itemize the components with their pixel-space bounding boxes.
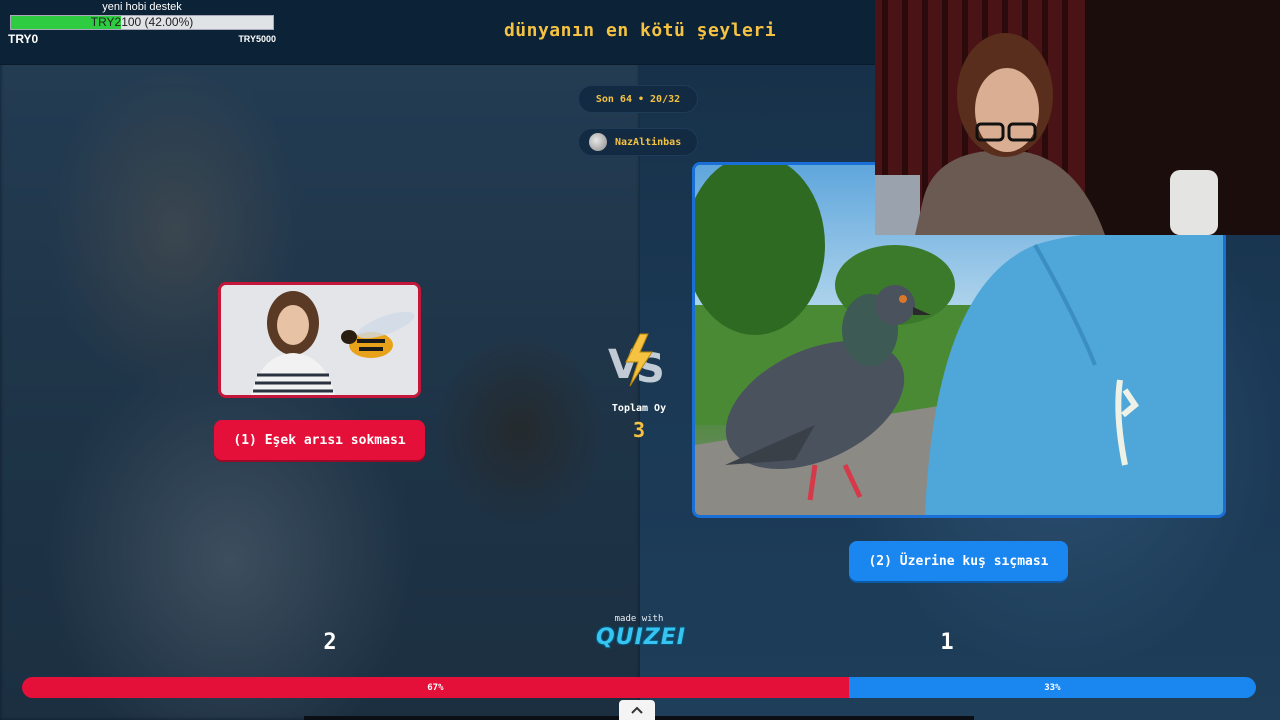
option-2-button[interactable]: (2) Üzerine kuş sıçması bbox=[849, 541, 1068, 581]
donation-max: TRY5000 bbox=[238, 34, 276, 44]
option-1-button[interactable]: (1) Eşek arısı sokması bbox=[214, 420, 425, 460]
option-1-label: (1) Eşek arısı sokması bbox=[233, 432, 406, 448]
option-2-percent: 33% bbox=[1044, 682, 1061, 693]
option-2-vote-count: 1 bbox=[940, 630, 954, 655]
donation-progress-text: TRY2100 (42.00%) bbox=[90, 15, 194, 29]
option-1-image[interactable] bbox=[218, 282, 421, 398]
donation-title: yeni hobi destek bbox=[102, 1, 182, 13]
woman-wasp-picture bbox=[221, 285, 418, 395]
option-1-percent: 67% bbox=[427, 682, 444, 693]
webcam-overlay bbox=[875, 0, 1280, 235]
option-1-vote-count: 2 bbox=[323, 630, 337, 655]
donation-progress-bar: TRY2100 (42.00%) bbox=[10, 15, 274, 30]
user-name: NazAltinbas bbox=[615, 136, 682, 148]
user-badge[interactable]: NazAltinbas bbox=[578, 128, 698, 156]
total-votes-value: 3 bbox=[632, 418, 646, 442]
scroll-up-button[interactable] bbox=[619, 700, 655, 720]
user-avatar-icon bbox=[589, 133, 607, 151]
round-label: Son 64 • 20/32 bbox=[595, 93, 681, 105]
result-bar-option-1: 67% bbox=[22, 677, 849, 698]
result-bar-option-2: 33% bbox=[848, 677, 1256, 698]
total-votes-label: Toplam Oy bbox=[611, 403, 667, 414]
streamer-webcam-picture bbox=[875, 0, 1280, 235]
chevron-up-icon bbox=[631, 706, 643, 714]
made-with-label: made with bbox=[614, 614, 664, 624]
donation-min: TRY0 bbox=[8, 32, 39, 46]
option-2-label: (2) Üzerine kuş sıçması bbox=[868, 553, 1049, 569]
quizei-logo: QUIZEI bbox=[596, 625, 686, 650]
made-with-branding[interactable]: made with QUIZEI bbox=[596, 614, 686, 650]
vs-lightning-icon: V S bbox=[608, 333, 665, 390]
donation-widget: yeni hobi destek TRY2100 (42.00%) TRY0 T… bbox=[8, 0, 276, 46]
round-indicator: Son 64 • 20/32 bbox=[578, 85, 698, 113]
quiz-title: dünyanın en kötü şeyleri bbox=[503, 20, 777, 41]
result-bar: 67% 33% bbox=[22, 677, 1256, 698]
